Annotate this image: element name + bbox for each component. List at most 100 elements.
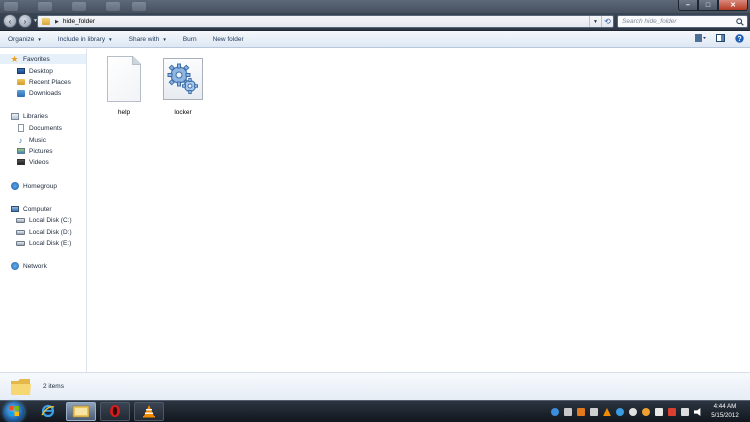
- hard-disk-icon: [16, 239, 25, 247]
- volume-icon[interactable]: [694, 408, 701, 416]
- background-window-icon: [106, 2, 120, 11]
- title-bar: – □ ✕ ‹ › ▼ ▶ hide_folder ▼ ⟲ Search hid…: [0, 0, 750, 31]
- nav-videos[interactable]: Videos: [16, 157, 49, 167]
- network-icon: [10, 262, 19, 270]
- tray-app-icon[interactable]: [564, 408, 572, 416]
- back-button[interactable]: ‹: [3, 14, 17, 28]
- tray-app-icon[interactable]: [642, 408, 650, 416]
- preview-pane-icon: [715, 34, 725, 44]
- nav-local-disk-e[interactable]: Local Disk (E:): [16, 238, 71, 248]
- minimize-button[interactable]: –: [678, 0, 698, 11]
- search-box[interactable]: Search hide_folder: [617, 15, 748, 28]
- nav-favorites[interactable]: ★ Favorites: [0, 54, 86, 64]
- taskbar-internet-explorer[interactable]: [33, 402, 63, 421]
- nav-documents[interactable]: Documents: [16, 123, 62, 133]
- folder-icon: [42, 18, 50, 25]
- nav-local-disk-d[interactable]: Local Disk (D:): [16, 227, 72, 237]
- include-in-library-label: Include in library: [57, 35, 106, 43]
- background-window-icon: [4, 2, 18, 11]
- window-controls: – □ ✕: [678, 0, 748, 11]
- recent-places-icon: [16, 78, 25, 86]
- nav-network[interactable]: Network: [10, 261, 47, 271]
- tray-app-icon[interactable]: [577, 408, 585, 416]
- nav-computer[interactable]: Computer: [10, 204, 52, 214]
- file-list[interactable]: help locker: [88, 49, 750, 372]
- forward-button[interactable]: ›: [18, 14, 32, 28]
- file-item-locker[interactable]: locker: [154, 55, 212, 116]
- tray-app-icon[interactable]: [590, 408, 598, 416]
- taskbar-vlc[interactable]: [134, 402, 164, 421]
- nav-libraries-label: Libraries: [23, 112, 48, 120]
- details-pane: 2 items: [0, 372, 750, 400]
- taskbar: 4:44 AM 5/15/2012: [0, 400, 750, 422]
- nav-recent-places[interactable]: Recent Places: [16, 77, 71, 87]
- nav-homegroup[interactable]: Homegroup: [10, 181, 57, 191]
- windows-explorer-icon: [72, 404, 90, 420]
- item-count: 2 items: [43, 383, 64, 390]
- background-window-icon: [72, 2, 86, 11]
- address-dropdown-button[interactable]: ▼: [589, 16, 601, 27]
- batch-file-gears-icon: [163, 55, 203, 103]
- start-button[interactable]: [4, 402, 24, 422]
- search-input[interactable]: Search hide_folder: [622, 18, 733, 25]
- nav-libraries[interactable]: Libraries: [10, 111, 48, 121]
- nav-music-label: Music: [29, 136, 46, 144]
- documents-icon: [16, 124, 25, 132]
- taskbar-opera[interactable]: [100, 402, 130, 421]
- burn-label: Burn: [182, 35, 197, 43]
- tray-app-icon[interactable]: [668, 408, 676, 416]
- search-icon[interactable]: [733, 17, 747, 26]
- system-tray: [546, 401, 702, 422]
- share-with-button[interactable]: Share with ▼: [121, 31, 175, 47]
- breadcrumb-arrow-icon[interactable]: ▶: [55, 19, 59, 25]
- nav-favorites-label: Favorites: [23, 55, 50, 63]
- hard-disk-icon: [16, 216, 25, 224]
- background-window-icon: [38, 2, 52, 11]
- tray-app-icon[interactable]: [551, 408, 559, 416]
- preview-pane-button[interactable]: [713, 34, 727, 45]
- folder-icon: [10, 377, 32, 397]
- vlc-icon: [142, 404, 156, 420]
- toolbar-right-group: ?: [689, 31, 746, 47]
- nav-desktop[interactable]: Desktop: [16, 66, 53, 76]
- tray-app-icon[interactable]: [629, 408, 637, 416]
- desktop-icon: [16, 67, 25, 75]
- refresh-button[interactable]: ⟲: [601, 16, 613, 27]
- action-center-flag-icon[interactable]: [655, 408, 663, 416]
- file-name: help: [117, 109, 131, 116]
- nav-music[interactable]: ♪ Music: [16, 135, 46, 145]
- nav-pictures[interactable]: Pictures: [16, 146, 52, 156]
- clock-time: 4:44 AM: [713, 403, 737, 410]
- nav-local-disk-c-label: Local Disk (C:): [29, 216, 72, 224]
- taskbar-windows-explorer[interactable]: [66, 402, 96, 421]
- maximize-button[interactable]: □: [698, 0, 718, 11]
- nav-downloads[interactable]: Downloads: [16, 88, 61, 98]
- tray-app-icon[interactable]: [616, 408, 624, 416]
- change-view-button[interactable]: [694, 34, 708, 45]
- refresh-icon: ⟲: [604, 17, 611, 26]
- text-document-icon: [104, 55, 144, 103]
- help-button[interactable]: ?: [732, 33, 746, 45]
- breadcrumb-path[interactable]: hide_folder: [63, 18, 589, 25]
- network-tray-icon[interactable]: [681, 408, 689, 416]
- nav-local-disk-c[interactable]: Local Disk (C:): [16, 215, 72, 225]
- windows-logo-icon: [9, 406, 19, 418]
- new-folder-label: New folder: [212, 35, 244, 43]
- downloads-icon: [16, 89, 25, 97]
- close-button[interactable]: ✕: [718, 0, 748, 11]
- opera-icon: [109, 404, 121, 420]
- nav-documents-label: Documents: [29, 124, 62, 132]
- nav-local-disk-d-label: Local Disk (D:): [29, 228, 72, 236]
- taskbar-clock[interactable]: 4:44 AM 5/15/2012: [704, 403, 746, 420]
- vlc-tray-icon[interactable]: [603, 408, 611, 416]
- libraries-icon: [10, 112, 19, 120]
- star-icon: ★: [10, 53, 19, 64]
- burn-button[interactable]: Burn: [175, 31, 205, 47]
- address-bar[interactable]: ▶ hide_folder ▼ ⟲: [37, 15, 614, 28]
- include-in-library-button[interactable]: Include in library ▼: [50, 31, 121, 47]
- file-item-help[interactable]: help: [95, 55, 153, 116]
- nav-desktop-label: Desktop: [29, 67, 53, 75]
- new-folder-button[interactable]: New folder: [205, 31, 252, 47]
- organize-button[interactable]: Organize ▼: [0, 31, 50, 47]
- nav-recent-places-label: Recent Places: [29, 78, 71, 86]
